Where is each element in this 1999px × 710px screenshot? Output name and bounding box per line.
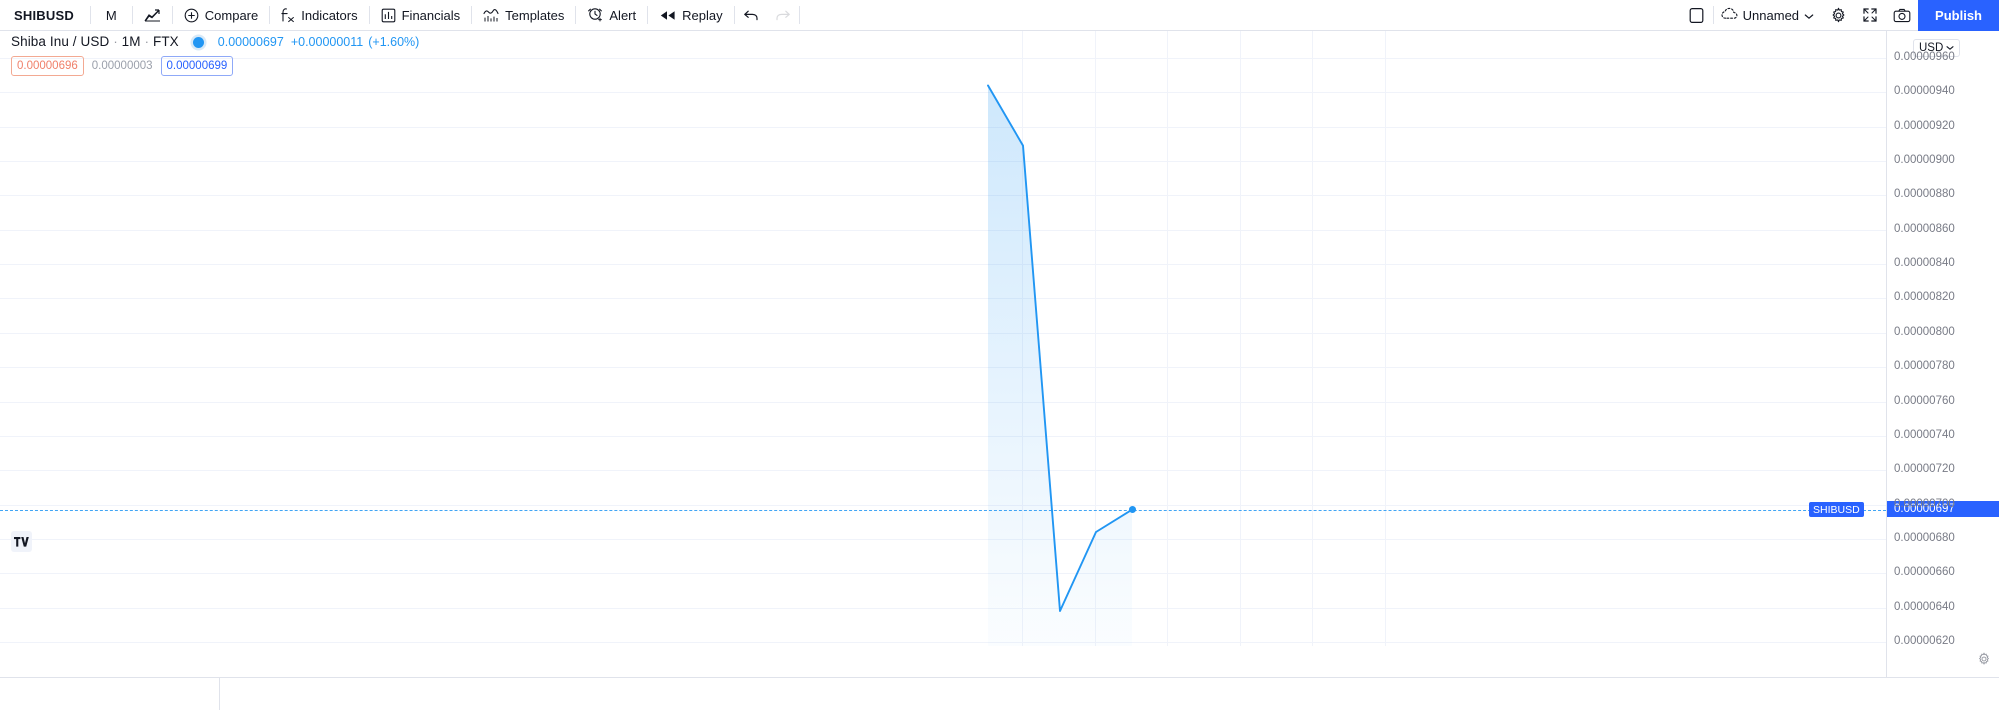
cloud-dotted-icon — [1721, 7, 1738, 24]
price-axis-tick: 0.00000660 — [1894, 566, 1955, 579]
toolbar-right-group: Unnamed Publish — [1681, 0, 1999, 31]
templates-button[interactable]: Templates — [472, 0, 575, 31]
fullscreen-icon[interactable] — [1854, 0, 1886, 31]
layout-select-icon[interactable] — [1681, 0, 1713, 31]
alert-button[interactable]: Alert — [576, 0, 647, 31]
price-axis-tick: 0.00000740 — [1894, 428, 1955, 441]
legend-badge-high: 0.00000699 — [160, 56, 234, 76]
bottom-bar-divider — [219, 678, 220, 710]
series-area-fill — [988, 85, 1132, 646]
compare-button[interactable]: Compare — [173, 0, 269, 31]
gear-icon[interactable] — [1822, 0, 1854, 31]
price-axis-tick: 0.00000700 — [1894, 497, 1955, 510]
price-axis-tick: 0.00000720 — [1894, 463, 1955, 476]
price-axis-tick: 0.00000900 — [1894, 154, 1955, 167]
legend-exchange: FTX — [152, 34, 179, 49]
redo-arrow-icon[interactable] — [767, 0, 799, 31]
compare-label: Compare — [204, 7, 259, 23]
legend-last-price: 0.00000697 — [217, 35, 284, 49]
tradingview-chart-app: SHIBUSD M Compare Indicators Financials … — [0, 0, 1999, 710]
legend-badge-mid: 0.00000003 — [91, 60, 153, 72]
chevron-down-icon — [1804, 8, 1814, 23]
price-axis-tick: 0.00000760 — [1894, 394, 1955, 407]
indicators-button[interactable]: Indicators — [270, 0, 368, 31]
price-axis-tick: 0.00000780 — [1894, 360, 1955, 373]
fx-icon — [281, 7, 295, 23]
chart-style-button[interactable] — [133, 0, 172, 31]
price-axis-tick: 0.00000960 — [1894, 51, 1955, 63]
gear-icon[interactable] — [1977, 652, 1991, 671]
symbol-price-tag: SHIBUSD — [1809, 502, 1864, 518]
symbol-label: SHIBUSD — [14, 7, 74, 23]
current-price-line — [0, 509, 1886, 511]
financials-label: Financials — [401, 7, 461, 23]
alarm-clock-icon — [587, 7, 603, 23]
legend-symbol-title: Shiba Inu / USD — [11, 34, 110, 49]
camera-icon[interactable] — [1886, 0, 1918, 31]
price-axis-tick: 0.00000840 — [1894, 257, 1955, 270]
legend-values-row: 0.00000696 0.00000003 0.00000699 — [11, 56, 419, 76]
price-axis-tick: 0.00000640 — [1894, 600, 1955, 613]
price-axis-tick: 0.00000800 — [1894, 325, 1955, 338]
templates-label: Templates — [505, 7, 565, 23]
legend-change-abs: +0.00000011 — [290, 35, 364, 49]
legend-title-row[interactable]: Shiba Inu / USD · 1M · FTX 0.00000697 +0… — [11, 34, 419, 50]
indicators-label: Indicators — [301, 7, 358, 23]
chart-pane[interactable] — [0, 31, 1886, 646]
candlestick-chart-icon — [144, 8, 161, 23]
price-axis-tick: 0.00000820 — [1894, 291, 1955, 304]
legend-separator: · — [144, 34, 149, 49]
saved-layout-button[interactable]: Unnamed — [1714, 0, 1822, 31]
price-axis-tick: 0.00000920 — [1894, 119, 1955, 132]
price-axis-tick: 0.00000940 — [1894, 85, 1955, 98]
legend-separator: · — [113, 34, 118, 49]
price-axis-tick: 0.00000620 — [1894, 634, 1955, 647]
top-toolbar: SHIBUSD M Compare Indicators Financials … — [0, 0, 1999, 31]
replay-icon — [659, 9, 676, 22]
replay-label: Replay — [682, 7, 723, 23]
alert-label: Alert — [609, 7, 637, 23]
price-axis-tick: 0.00000860 — [1894, 222, 1955, 235]
publish-label: Publish — [1935, 7, 1982, 23]
last-value-marker — [1128, 506, 1136, 514]
price-axis-tick: 0.00000680 — [1894, 531, 1955, 544]
legend-badge-low: 0.00000696 — [11, 56, 84, 76]
price-axis-tick: 0.00000880 — [1894, 188, 1955, 201]
legend-interval: 1M — [121, 34, 141, 49]
interval-button[interactable]: M — [91, 0, 132, 31]
layout-name-label: Unnamed — [1742, 7, 1800, 23]
symbol-search-button[interactable]: SHIBUSD — [0, 0, 90, 31]
plus-circle-icon — [184, 8, 199, 23]
chart-legend: Shiba Inu / USD · 1M · FTX 0.00000697 +0… — [11, 34, 419, 76]
price-axis[interactable]: USD 0.00000697 0.00000960 0.00000940 0.000… — [1886, 31, 1999, 677]
tradingview-logo-icon[interactable] — [11, 531, 32, 552]
publish-button[interactable]: Publish — [1918, 0, 1999, 31]
legend-change-pct: (+1.60%) — [368, 35, 420, 49]
interval-label: M — [105, 7, 117, 23]
templates-icon — [483, 8, 499, 23]
replay-button[interactable]: Replay — [648, 0, 733, 31]
financials-button[interactable]: Financials — [370, 0, 472, 31]
series-marker-icon — [192, 36, 204, 48]
undo-arrow-icon[interactable] — [735, 0, 767, 31]
bar-chart-icon — [381, 8, 396, 23]
chart-area[interactable]: JunAugOct2022MarMay — [0, 31, 1886, 708]
price-series-svg — [987, 84, 1133, 646]
bottom-status-bar — [0, 677, 1999, 710]
